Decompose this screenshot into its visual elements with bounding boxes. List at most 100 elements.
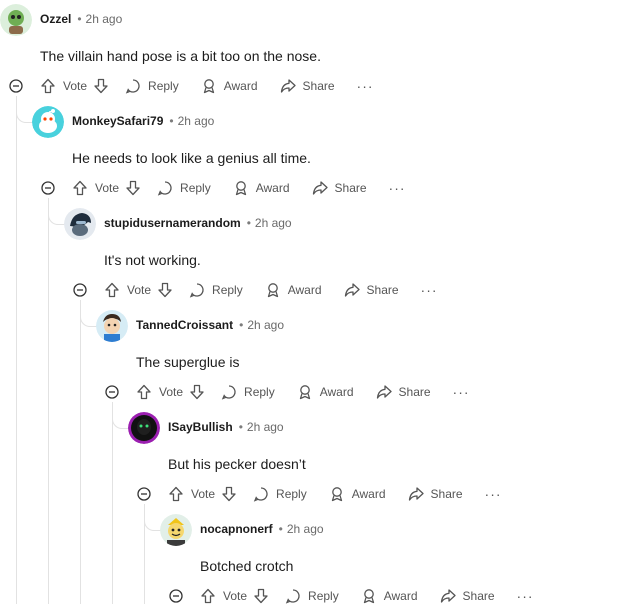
comment-text: But his pecker doesn’t: [168, 456, 306, 472]
award-label: Award: [351, 487, 386, 501]
more-options-button[interactable]: ···: [517, 588, 534, 604]
reply-button[interactable]: Reply: [189, 282, 243, 298]
author-name[interactable]: nocapnonerf: [200, 522, 273, 536]
comment-header: MonkeySafari79 • 2h ago: [72, 111, 214, 131]
reply-button[interactable]: Reply: [125, 78, 179, 94]
share-label: Share: [302, 79, 335, 93]
collapse-thread-icon[interactable]: [73, 283, 87, 297]
collapse-thread-icon[interactable]: [105, 385, 119, 399]
comment-header: Ozzel • 2h ago: [40, 9, 122, 29]
award-icon: [203, 79, 214, 94]
upvote-icon[interactable]: [168, 486, 184, 502]
timestamp[interactable]: 2h ago: [255, 216, 292, 230]
collapse-thread-icon[interactable]: [137, 487, 151, 501]
reply-button[interactable]: Reply: [285, 588, 339, 604]
vote-label: Vote: [95, 181, 120, 195]
thread-connector: [48, 198, 65, 225]
avatar[interactable]: [32, 106, 64, 138]
more-options-button[interactable]: ···: [453, 384, 470, 400]
vote-control: Vote: [72, 180, 141, 196]
avatar[interactable]: [128, 412, 160, 444]
comment-text: The villain hand pose is a bit too on th…: [40, 48, 321, 64]
thread-line[interactable]: [112, 402, 113, 604]
timestamp[interactable]: 2h ago: [287, 522, 324, 536]
share-label: Share: [398, 385, 431, 399]
reply-button[interactable]: Reply: [253, 486, 307, 502]
comment-header: TannedCroissant • 2h ago: [136, 315, 284, 335]
award-label: Award: [223, 79, 258, 93]
author-name[interactable]: stupidusernamerandom: [104, 216, 241, 230]
avatar[interactable]: [160, 514, 192, 546]
comment-actions: Vote Reply Award Share ···: [104, 278, 438, 302]
comment-header: ISayBullish • 2h ago: [168, 417, 284, 437]
upvote-icon[interactable]: [136, 384, 152, 400]
downvote-icon[interactable]: [125, 180, 141, 196]
downvote-icon[interactable]: [221, 486, 237, 502]
award-button[interactable]: Award: [265, 282, 322, 298]
share-icon: [408, 487, 424, 501]
more-options-button[interactable]: ···: [421, 282, 438, 298]
timestamp[interactable]: 2h ago: [86, 12, 123, 26]
comment-actions: Vote Reply Award Share ···: [72, 176, 406, 200]
share-label: Share: [334, 181, 367, 195]
reply-button[interactable]: Reply: [221, 384, 275, 400]
share-button[interactable]: Share: [440, 588, 495, 604]
vote-label: Vote: [223, 589, 248, 603]
award-button[interactable]: Award: [201, 78, 258, 94]
collapse-thread-icon[interactable]: [169, 589, 183, 603]
reply-icon: [285, 589, 300, 604]
downvote-icon[interactable]: [189, 384, 205, 400]
award-icon: [299, 385, 310, 400]
reply-label: Reply: [180, 181, 211, 195]
author-name[interactable]: ISayBullish: [168, 420, 233, 434]
award-button[interactable]: Award: [329, 486, 386, 502]
thread-connector: [16, 96, 33, 123]
separator-dot: •: [238, 420, 243, 434]
avatar[interactable]: [96, 310, 128, 342]
timestamp[interactable]: 2h ago: [247, 420, 284, 434]
share-icon: [312, 181, 328, 195]
share-icon: [344, 283, 360, 297]
award-button[interactable]: Award: [233, 180, 290, 196]
award-label: Award: [319, 385, 354, 399]
author-name[interactable]: MonkeySafari79: [72, 114, 163, 128]
avatar[interactable]: [64, 208, 96, 240]
author-name[interactable]: Ozzel: [40, 12, 71, 26]
reply-icon: [221, 385, 236, 400]
award-button[interactable]: Award: [297, 384, 354, 400]
comment-actions: Vote Reply Award Share ···: [168, 482, 502, 506]
more-options-button[interactable]: ···: [485, 486, 502, 502]
share-icon: [280, 79, 296, 93]
thread-line[interactable]: [16, 96, 17, 604]
timestamp[interactable]: 2h ago: [178, 114, 215, 128]
share-button[interactable]: Share: [344, 282, 399, 298]
collapse-thread-icon[interactable]: [9, 79, 23, 93]
reply-button[interactable]: Reply: [157, 180, 211, 196]
timestamp[interactable]: 2h ago: [247, 318, 284, 332]
downvote-icon[interactable]: [157, 282, 173, 298]
comment-header: nocapnonerf • 2h ago: [200, 519, 324, 539]
downvote-icon[interactable]: [93, 78, 109, 94]
share-label: Share: [366, 283, 399, 297]
thread-line[interactable]: [80, 300, 81, 604]
avatar[interactable]: [0, 4, 32, 36]
comment-actions: Vote Reply Award Share ···: [40, 74, 374, 98]
award-button[interactable]: Award: [361, 588, 418, 604]
more-options-button[interactable]: ···: [389, 180, 406, 196]
upvote-icon[interactable]: [72, 180, 88, 196]
author-name[interactable]: TannedCroissant: [136, 318, 233, 332]
downvote-icon[interactable]: [253, 588, 269, 604]
share-button[interactable]: Share: [376, 384, 431, 400]
more-options-button[interactable]: ···: [357, 78, 374, 94]
collapse-thread-icon[interactable]: [41, 181, 55, 195]
share-button[interactable]: Share: [280, 78, 335, 94]
upvote-icon[interactable]: [40, 78, 56, 94]
upvote-icon[interactable]: [104, 282, 120, 298]
reply-label: Reply: [276, 487, 307, 501]
share-label: Share: [462, 589, 495, 603]
upvote-icon[interactable]: [200, 588, 216, 604]
share-button[interactable]: Share: [408, 486, 463, 502]
thread-line[interactable]: [48, 198, 49, 604]
vote-control: Vote: [168, 486, 237, 502]
share-button[interactable]: Share: [312, 180, 367, 196]
